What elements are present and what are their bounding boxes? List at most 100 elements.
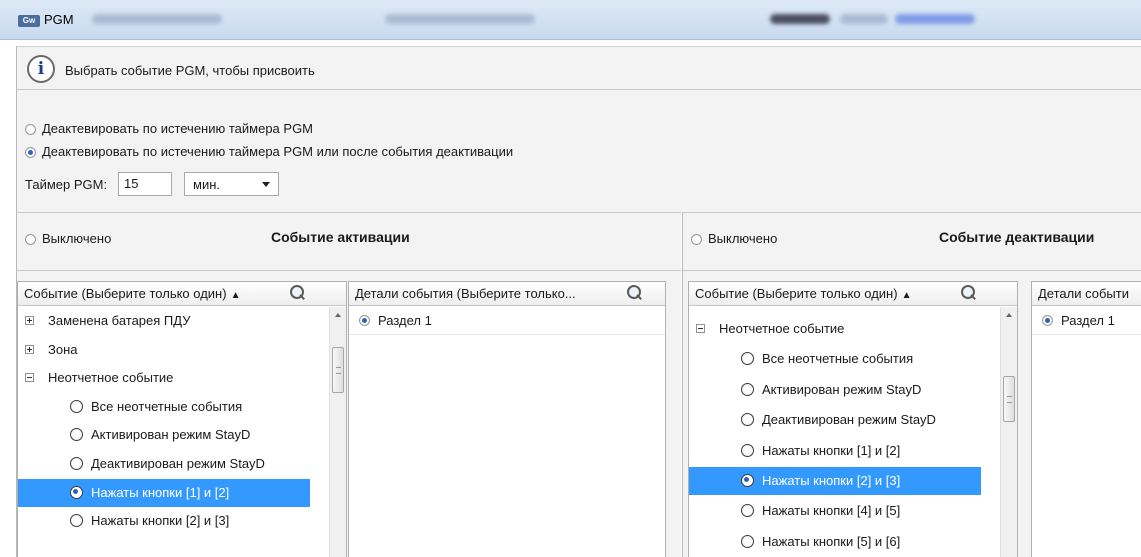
deactivation-event-list: Событие (Выберите только один) ▲ Неотчетн…	[688, 281, 1018, 557]
event-label: Деактивирован режим StayD	[91, 456, 265, 471]
tree-group-item[interactable]: Неотчетное событие	[689, 315, 981, 343]
details-list-header[interactable]: Детали событи	[1032, 282, 1141, 306]
event-radio[interactable]	[741, 413, 754, 427]
deactivation-title: Событие деактивации	[939, 229, 1095, 245]
list-item[interactable]: Деактивирован режим StayD	[18, 450, 310, 478]
event-label: Нажаты кнопки [4] и [5]	[762, 503, 901, 519]
activation-details-list: Детали события (Выберите только... Разде…	[348, 281, 666, 557]
event-radio[interactable]	[741, 382, 754, 396]
list-item[interactable]: Активирован режим StayD	[18, 421, 310, 449]
event-radio[interactable]	[70, 399, 83, 413]
details-list-header-label: Детали события (Выберите только...	[355, 286, 576, 301]
off-label: Выключено	[708, 231, 778, 246]
event-radio[interactable]	[70, 485, 83, 499]
title-bar: Gw PGM	[0, 0, 1141, 40]
collapse-icon[interactable]	[696, 324, 705, 334]
event-radio[interactable]	[70, 457, 83, 471]
event-list-header[interactable]: Событие (Выберите только один) ▲	[18, 282, 346, 306]
list-item[interactable]: Нажаты кнопки [2] и [3]	[689, 467, 981, 495]
timer-unit-select[interactable]: мин.	[184, 172, 279, 196]
option-label: Деактевировать по истечению таймера PGM …	[42, 144, 514, 159]
search-icon[interactable]	[290, 285, 305, 300]
list-item[interactable]: Нажаты кнопки [5] и [6]	[689, 528, 981, 556]
expand-icon[interactable]	[25, 316, 34, 326]
radio-activation-off[interactable]	[25, 234, 36, 246]
list-item[interactable]: Деактивирован режим StayD	[689, 406, 981, 434]
event-radio[interactable]	[741, 474, 754, 488]
search-icon[interactable]	[961, 285, 976, 300]
window-title: PGM	[44, 12, 74, 27]
event-label: Все неотчетные события	[91, 398, 243, 414]
option-deactivate-timer[interactable]: Деактевировать по истечению таймера PGM	[25, 121, 313, 136]
activation-panel-header: Выключено Событие активации	[17, 213, 681, 271]
event-list-header[interactable]: Событие (Выберите только один) ▲	[689, 282, 1017, 306]
tree-group-item[interactable]: Неотчетное событие	[18, 364, 310, 392]
event-radio[interactable]	[70, 428, 83, 442]
app-icon: Gw	[18, 15, 40, 27]
list-item[interactable]: Все неотчетные события	[18, 393, 310, 421]
event-radio[interactable]	[741, 352, 754, 366]
event-list-header-label: Событие (Выберите только один)	[24, 286, 227, 301]
sort-up-icon[interactable]: ▲	[231, 290, 241, 301]
event-label: Активирован режим StayD	[762, 381, 922, 397]
search-icon[interactable]	[627, 285, 642, 300]
event-label: Нажаты кнопки [2] и [3]	[91, 513, 230, 529]
timer-input[interactable]: 15	[118, 172, 172, 196]
event-radio[interactable]	[741, 504, 754, 518]
details-list-header-label: Детали событи	[1038, 286, 1129, 301]
blurred-title-link	[895, 14, 975, 24]
event-list-header-label: Событие (Выберите только один)	[695, 286, 898, 301]
event-label: Нажаты кнопки [1] и [2]	[762, 442, 901, 458]
details-list-header[interactable]: Детали события (Выберите только...	[349, 282, 665, 306]
info-icon: i	[27, 55, 55, 83]
event-label: Зона	[48, 341, 78, 357]
detail-item[interactable]: Раздел 1	[349, 307, 665, 335]
event-radio[interactable]	[741, 443, 754, 457]
event-label: Нажаты кнопки [2] и [3]	[762, 473, 901, 488]
deactivation-panel-header: Выключено Событие деактивации	[683, 213, 1141, 271]
list-item[interactable]: Нажаты кнопки [1] и [2]	[689, 437, 981, 465]
detail-radio[interactable]	[1042, 315, 1053, 327]
radio-deactivate-timer[interactable]	[25, 124, 36, 136]
radio-deactivation-off[interactable]	[691, 234, 702, 246]
tree-group-item[interactable]: Зона	[18, 336, 310, 364]
list-item[interactable]: Нажаты кнопки [2] и [3]	[18, 507, 310, 535]
event-radio[interactable]	[70, 514, 83, 528]
scroll-thumb[interactable]	[1003, 376, 1015, 422]
timer-label: Таймер PGM:	[25, 177, 108, 192]
event-list-scrollbar[interactable]	[1000, 307, 1017, 557]
list-item[interactable]: Нажаты кнопки [4] и [5]	[689, 497, 981, 525]
detail-radio[interactable]	[359, 315, 370, 327]
option-deactivate-timer-or-event[interactable]: Деактевировать по истечению таймера PGM …	[25, 144, 513, 159]
list-item[interactable]: Все неотчетные события	[689, 345, 981, 373]
blurred-title-field	[385, 14, 535, 24]
timer-unit-value: мин.	[193, 177, 220, 192]
deactivation-off-option[interactable]: Выключено	[691, 231, 777, 246]
activation-event-list: Событие (Выберите только один) ▲ Заменена…	[17, 281, 347, 557]
expand-icon[interactable]	[25, 344, 34, 354]
scroll-thumb[interactable]	[332, 347, 344, 393]
collapse-icon[interactable]	[25, 373, 34, 383]
activation-panel: Выключено Событие активации Событие (Выб…	[16, 212, 681, 557]
activation-off-option[interactable]: Выключено	[25, 231, 111, 246]
sort-up-icon[interactable]: ▲	[902, 290, 912, 301]
detail-item[interactable]: Раздел 1	[1032, 307, 1141, 335]
event-label: Все неотчетные события	[762, 351, 914, 367]
event-label: Неотчетное событие	[719, 321, 845, 336]
event-label: Нажаты кнопки [5] и [6]	[762, 533, 901, 549]
radio-deactivate-timer-or-event[interactable]	[25, 147, 36, 159]
event-list-scrollbar[interactable]	[329, 307, 346, 557]
event-label: Неотчетное событие	[48, 370, 174, 386]
blurred-title-field	[840, 14, 888, 24]
list-item[interactable]: Нажаты кнопки [1] и [2]	[18, 478, 310, 507]
list-item[interactable]: Активирован режим StayD	[689, 376, 981, 404]
blurred-status-badge	[770, 14, 830, 24]
scroll-up-icon[interactable]	[335, 313, 341, 317]
info-text: Выбрать событие PGM, чтобы присвоить	[65, 63, 315, 78]
event-radio[interactable]	[741, 534, 754, 548]
event-label: Заменена батарея ПДУ	[48, 313, 191, 328]
scroll-up-icon[interactable]	[1006, 313, 1012, 317]
blurred-title-field	[92, 14, 222, 24]
tree-group-item[interactable]: Заменена батарея ПДУ	[18, 307, 310, 335]
detail-label: Раздел 1	[378, 313, 432, 328]
